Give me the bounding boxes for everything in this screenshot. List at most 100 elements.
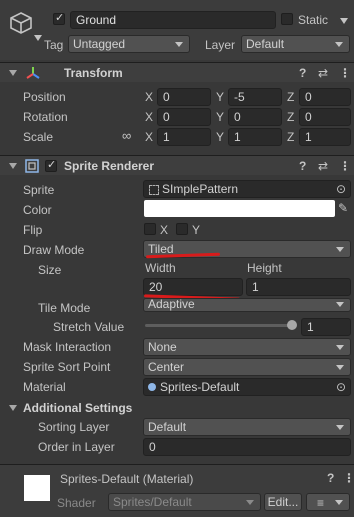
position-label: Position xyxy=(23,90,66,104)
additional-settings-label[interactable]: Additional Settings xyxy=(23,400,132,416)
tile-mode-label: Tile Mode xyxy=(38,301,91,315)
sorting-layer-dropdown[interactable]: Default xyxy=(143,418,351,436)
flip-x-checkbox[interactable] xyxy=(144,223,156,235)
sprite-renderer-header[interactable]: Sprite Renderer ? ⇄ ⋮ xyxy=(0,155,354,175)
chevron-down-icon xyxy=(246,500,254,505)
tag-value: Untagged xyxy=(73,37,126,51)
material-preview-thumbnail xyxy=(24,475,50,501)
foldout-arrow-icon[interactable] xyxy=(9,70,17,76)
shader-label: Shader xyxy=(57,496,96,510)
object-name-field[interactable]: Ground xyxy=(70,11,276,29)
chevron-down-icon xyxy=(336,425,344,430)
position-z-field[interactable]: 0 xyxy=(299,88,351,106)
height-label: Height xyxy=(247,261,282,275)
context-menu-icon[interactable]: ⋮ xyxy=(343,471,354,485)
constrain-proportions-link-icon[interactable]: ∞ xyxy=(122,129,131,143)
axis-z-label: Z xyxy=(287,90,295,104)
object-picker-target-icon[interactable]: ⊙ xyxy=(336,181,346,197)
rotation-y-field[interactable]: 0 xyxy=(228,108,282,126)
sprite-sort-point-label: Sprite Sort Point xyxy=(23,360,111,374)
axis-x-label: X xyxy=(145,130,154,144)
sprite-renderer-icon xyxy=(25,159,39,173)
eyedropper-icon[interactable]: ✎ xyxy=(338,201,348,215)
presets-icon[interactable]: ⇄ xyxy=(318,66,328,80)
position-y-field[interactable]: -5 xyxy=(228,88,282,106)
flip-x-label: X xyxy=(160,223,169,237)
shader-edit-button[interactable]: Edit... xyxy=(264,493,302,511)
scale-y-field[interactable]: 1 xyxy=(228,128,282,146)
rotation-z-field[interactable]: 0 xyxy=(299,108,351,126)
help-icon[interactable]: ? xyxy=(299,66,306,80)
additional-settings-foldout-arrow-icon[interactable] xyxy=(9,405,17,411)
context-menu-icon[interactable]: ⋮ xyxy=(339,66,351,80)
material-object-field[interactable]: Sprites-Default ⊙ xyxy=(143,378,351,396)
list-icon: ≡ xyxy=(317,496,325,510)
sprite-sort-point-value: Center xyxy=(148,360,185,374)
sprite-renderer-title: Sprite Renderer xyxy=(64,159,155,173)
shader-dropdown[interactable]: Sprites/Default xyxy=(108,493,261,511)
shader-options-button[interactable]: ≡ xyxy=(306,493,350,511)
sorting-layer-label: Sorting Layer xyxy=(38,420,110,434)
material-sphere-icon xyxy=(148,383,156,391)
presets-icon[interactable]: ⇄ xyxy=(318,159,328,173)
cube-icon xyxy=(10,12,32,34)
tile-mode-dropdown[interactable]: Adaptive xyxy=(143,298,351,312)
foldout-arrow-icon[interactable] xyxy=(9,163,17,169)
chevron-down-icon xyxy=(175,42,183,47)
material-panel: Sprites-Default (Material) ? ⋮ Shader Sp… xyxy=(0,464,354,517)
sprite-object-field[interactable]: SImplePattern ⊙ xyxy=(143,180,351,198)
scale-z-field[interactable]: 1 xyxy=(299,128,351,146)
height-field[interactable]: 1 xyxy=(246,278,351,296)
axis-z-label: Z xyxy=(287,110,295,124)
object-picker-target-icon[interactable]: ⊙ xyxy=(336,379,346,395)
active-checkbox[interactable] xyxy=(53,11,65,25)
rotation-label: Rotation xyxy=(23,110,68,124)
axis-y-label: Y xyxy=(216,130,225,144)
flip-y-checkbox[interactable] xyxy=(176,223,188,235)
sprite-asset-icon xyxy=(149,185,159,195)
chevron-down-icon xyxy=(336,365,344,370)
scale-label: Scale xyxy=(23,130,54,144)
transform-header[interactable]: Transform ? ⇄ ⋮ xyxy=(0,62,354,82)
order-in-layer-field[interactable]: 0 xyxy=(143,438,351,456)
position-x-field[interactable]: 0 xyxy=(157,88,211,106)
color-swatch[interactable] xyxy=(144,200,335,217)
cube-dropdown-arrow-icon[interactable] xyxy=(34,35,42,41)
tag-dropdown[interactable]: Untagged xyxy=(68,35,190,53)
size-label: Size xyxy=(38,263,62,277)
help-icon[interactable]: ? xyxy=(299,159,306,173)
width-label: Width xyxy=(145,261,176,275)
chevron-down-icon xyxy=(335,500,343,505)
stretch-value-field[interactable]: 1 xyxy=(301,318,351,336)
sprite-sort-point-dropdown[interactable]: Center xyxy=(143,358,351,376)
stretch-slider-handle[interactable] xyxy=(287,320,297,330)
help-icon[interactable]: ? xyxy=(327,471,334,485)
tile-mode-value: Adaptive xyxy=(148,298,195,311)
shader-value: Sprites/Default xyxy=(113,495,192,509)
width-field[interactable]: 20 xyxy=(143,278,243,296)
static-dropdown-arrow-icon[interactable] xyxy=(340,18,348,24)
mask-interaction-dropdown[interactable]: None xyxy=(143,338,351,356)
stretch-slider-track[interactable] xyxy=(145,324,295,327)
rotation-x-field[interactable]: 0 xyxy=(157,108,211,126)
flip-y-label: Y xyxy=(192,223,201,237)
sprite-renderer-enabled-checkbox[interactable] xyxy=(45,158,57,172)
color-label: Color xyxy=(23,203,52,217)
chevron-down-icon xyxy=(335,42,343,47)
layer-value: Default xyxy=(246,37,285,51)
scale-x-field[interactable]: 1 xyxy=(157,128,211,146)
sprite-label: Sprite xyxy=(23,183,55,197)
layer-dropdown[interactable]: Default xyxy=(241,35,350,53)
flip-label: Flip xyxy=(23,223,43,237)
sprite-value: SImplePattern xyxy=(162,182,239,196)
mask-interaction-label: Mask Interaction xyxy=(23,340,112,354)
order-in-layer-label: Order in Layer xyxy=(38,440,115,454)
axis-y-label: Y xyxy=(216,90,225,104)
static-checkbox[interactable] xyxy=(281,13,293,25)
material-panel-title: Sprites-Default (Material) xyxy=(60,472,194,486)
material-label: Material xyxy=(23,380,66,394)
context-menu-icon[interactable]: ⋮ xyxy=(339,159,351,173)
sorting-layer-value: Default xyxy=(148,420,187,434)
transform-title: Transform xyxy=(64,66,123,80)
static-label: Static xyxy=(298,13,329,27)
